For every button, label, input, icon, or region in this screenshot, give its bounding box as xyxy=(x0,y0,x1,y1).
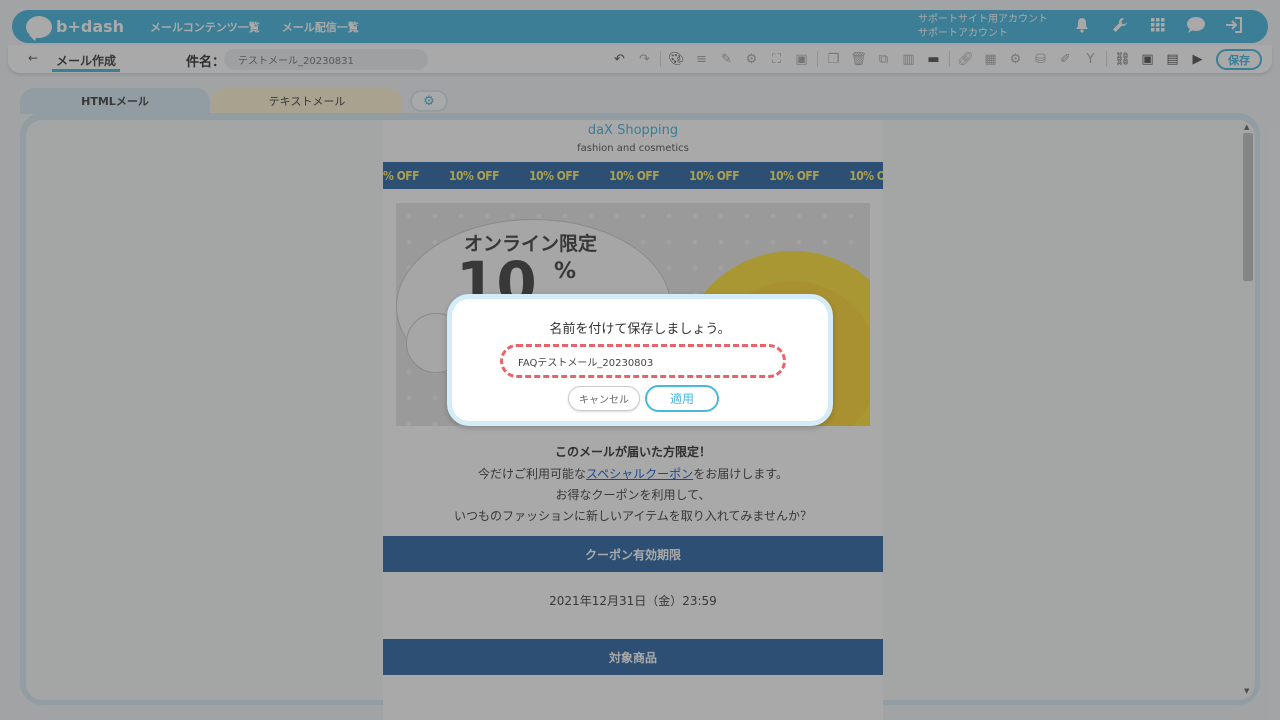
name-input-highlight xyxy=(500,344,786,378)
dialog-title: 名前を付けて保存しましょう。 xyxy=(549,322,731,337)
save-name-dialog: 名前を付けて保存しましょう。 キャンセル 適用 xyxy=(447,294,833,426)
apply-button[interactable]: 適用 xyxy=(645,385,719,412)
cancel-button[interactable]: キャンセル xyxy=(568,386,640,411)
content-name-input[interactable] xyxy=(509,351,777,371)
